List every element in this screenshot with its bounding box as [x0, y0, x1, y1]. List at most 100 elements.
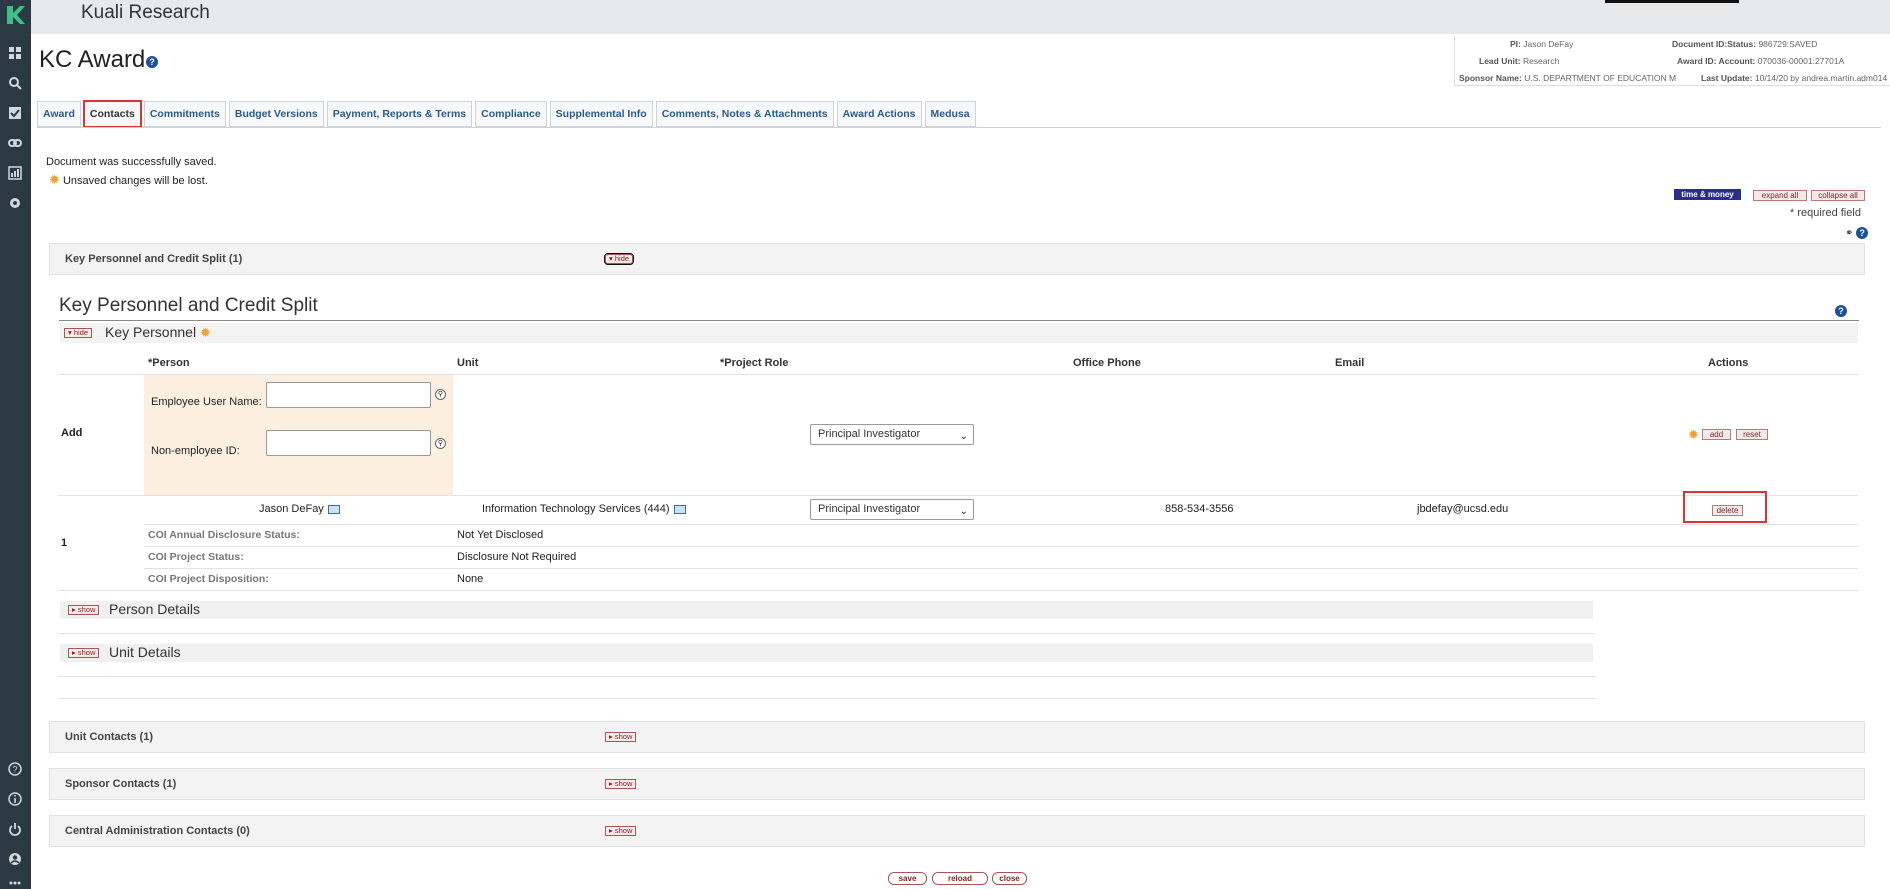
lookup-icon[interactable]: ⚲ [435, 438, 446, 449]
pi-label: PI: [1510, 39, 1521, 49]
saved-message: Document was successfully saved. [46, 156, 217, 168]
row-divider [144, 546, 1858, 547]
document-id-label: Document ID:Status: [1672, 39, 1757, 49]
chevron-down-icon: ⌄ [959, 431, 968, 442]
dashboard-icon[interactable] [6, 44, 24, 62]
tab-comments-notes-attachments[interactable]: Comments, Notes & Attachments [655, 101, 834, 127]
hide-label: hide [73, 328, 89, 337]
hide-key-personnel-sub-button[interactable]: ▾ hide [64, 328, 93, 338]
tab-contacts[interactable]: Contacts [82, 100, 142, 128]
help-icon[interactable]: ? [146, 56, 158, 68]
chevron-down-icon: ⌄ [959, 506, 968, 517]
show-unit-contacts-button[interactable]: ▸ show [605, 732, 637, 742]
project-role-value: Principal Investigator [818, 503, 921, 515]
row-divider [58, 633, 1596, 634]
search-icon[interactable] [6, 74, 24, 92]
tab-compliance[interactable]: Compliance [475, 101, 547, 127]
person-name: Jason DeFay [259, 503, 340, 515]
coi-annual-label: COI Annual Disclosure Status: [148, 529, 300, 541]
show-sponsor-contacts-button[interactable]: ▸ show [605, 779, 637, 789]
add-project-role-value: Principal Investigator [818, 428, 921, 440]
central-admin-section-bar: Central Administration Contacts (0) ▸ sh… [49, 815, 1865, 847]
pi-value: Jason DeFay [1523, 39, 1574, 49]
help-icon[interactable]: ? [6, 760, 24, 778]
lookup-icon[interactable]: ⚲ [435, 389, 446, 400]
row-divider [58, 676, 1596, 677]
coi-project-disposition-value: None [457, 573, 484, 585]
coi-project-status-value: Disclosure Not Required [457, 551, 577, 563]
unit-contacts-label: Unit Contacts (1) [65, 731, 153, 743]
tab-payment-reports-terms[interactable]: Payment, Reports & Terms [326, 101, 473, 127]
checklist-icon[interactable] [6, 104, 24, 122]
col-office-phone: Office Phone [1073, 357, 1141, 369]
sponsor-name-value: U.S. DEPARTMENT OF EDUCATION M [1524, 73, 1677, 83]
central-admin-label: Central Administration Contacts (0) [65, 825, 250, 837]
brand-title: Kuali Research [81, 2, 210, 23]
chain-link-icon[interactable]: ⚭ [1845, 228, 1853, 239]
show-central-admin-button[interactable]: ▸ show [605, 826, 637, 836]
apps-icon[interactable] [6, 878, 24, 889]
collapse-all-button[interactable]: collapse all [1811, 190, 1865, 201]
non-employee-id-input[interactable] [266, 430, 431, 456]
document-id-value: 986729:SAVED [1758, 39, 1818, 49]
show-unit-details-button[interactable]: ▸ show [68, 648, 100, 658]
save-button[interactable]: save [888, 872, 927, 885]
power-icon[interactable] [6, 820, 24, 838]
info-icon[interactable] [6, 790, 24, 808]
required-field-note: * required field [1790, 207, 1861, 219]
reports-icon[interactable] [6, 164, 24, 182]
reset-button[interactable]: reset [1736, 429, 1768, 440]
employee-user-name-label: Employee User Name: [151, 396, 262, 408]
help-icon[interactable]: ? [1856, 227, 1869, 239]
sponsor-name-label: Sponsor Name: [1459, 73, 1522, 83]
employee-user-name-input[interactable] [266, 382, 431, 408]
add-project-role-select[interactable]: Principal Investigator ⌄ [810, 424, 974, 445]
person-details-book-icon[interactable] [327, 504, 340, 514]
gear-icon[interactable] [6, 194, 24, 212]
row-divider [58, 590, 1858, 591]
tab-commitments[interactable]: Commitments [143, 101, 226, 127]
reload-button[interactable]: reload [932, 872, 988, 885]
email[interactable]: jbdefay@ucsd.edu [1417, 503, 1508, 515]
page-title: KC Award ? [39, 46, 158, 74]
time-money-button[interactable]: time & money [1674, 189, 1741, 200]
user-icon[interactable] [6, 850, 24, 868]
top-header: Kuali Research [31, 0, 1890, 34]
page-title-text: KC Award [39, 46, 146, 73]
kp-section-title: Key Personnel and Credit Split [59, 295, 318, 316]
person-unit: Information Technology Services (444) [482, 503, 686, 515]
project-role-select[interactable]: Principal Investigator ⌄ [810, 499, 974, 520]
unit-details-book-icon[interactable] [673, 504, 686, 514]
kp-title-rule [59, 320, 1859, 321]
coi-annual-value: Not Yet Disclosed [457, 529, 544, 541]
sponsor-contacts-section-bar: Sponsor Contacts (1) ▸ show [49, 768, 1865, 800]
tab-medusa[interactable]: Medusa [924, 101, 976, 127]
delete-button[interactable]: delete [1712, 505, 1743, 516]
document-header-info: PI: Jason DeFay Document ID:Status: 9867… [1454, 36, 1890, 86]
expand-all-button[interactable]: expand all [1753, 190, 1807, 201]
left-nav-rail: ? [0, 0, 31, 889]
svg-text:?: ? [12, 765, 17, 775]
link-icon[interactable] [6, 134, 24, 152]
tab-supplemental-info[interactable]: Supplemental Info [549, 101, 653, 127]
close-button[interactable]: close [992, 872, 1027, 885]
unsaved-star-icon: ✹ [199, 325, 211, 340]
kuali-logo-icon[interactable] [4, 4, 26, 26]
person-name-text: Jason DeFay [259, 503, 324, 515]
add-row-label: Add [61, 427, 83, 439]
add-button[interactable]: add [1702, 429, 1731, 440]
tab-award[interactable]: Award [37, 101, 81, 127]
tab-award-actions[interactable]: Award Actions [836, 101, 922, 127]
unsaved-text: Unsaved changes will be lost. [62, 175, 208, 187]
col-person: *Person [148, 357, 190, 369]
last-update-value: 10/14/20 by andrea.martin.adm014 [1754, 73, 1888, 83]
tabs-divider [37, 127, 1881, 128]
help-icon[interactable]: ? [1835, 305, 1847, 317]
show-person-details-button[interactable]: ▸ show [68, 605, 100, 615]
hide-key-personnel-button[interactable]: ▾ hide [603, 253, 635, 265]
tab-budget-versions[interactable]: Budget Versions [228, 101, 324, 127]
unsaved-star-icon: ✹ [1688, 427, 1699, 442]
header-accent [1605, 0, 1739, 3]
sponsor-contacts-label: Sponsor Contacts (1) [65, 778, 177, 790]
add-actions: ✹ [1688, 427, 1699, 443]
